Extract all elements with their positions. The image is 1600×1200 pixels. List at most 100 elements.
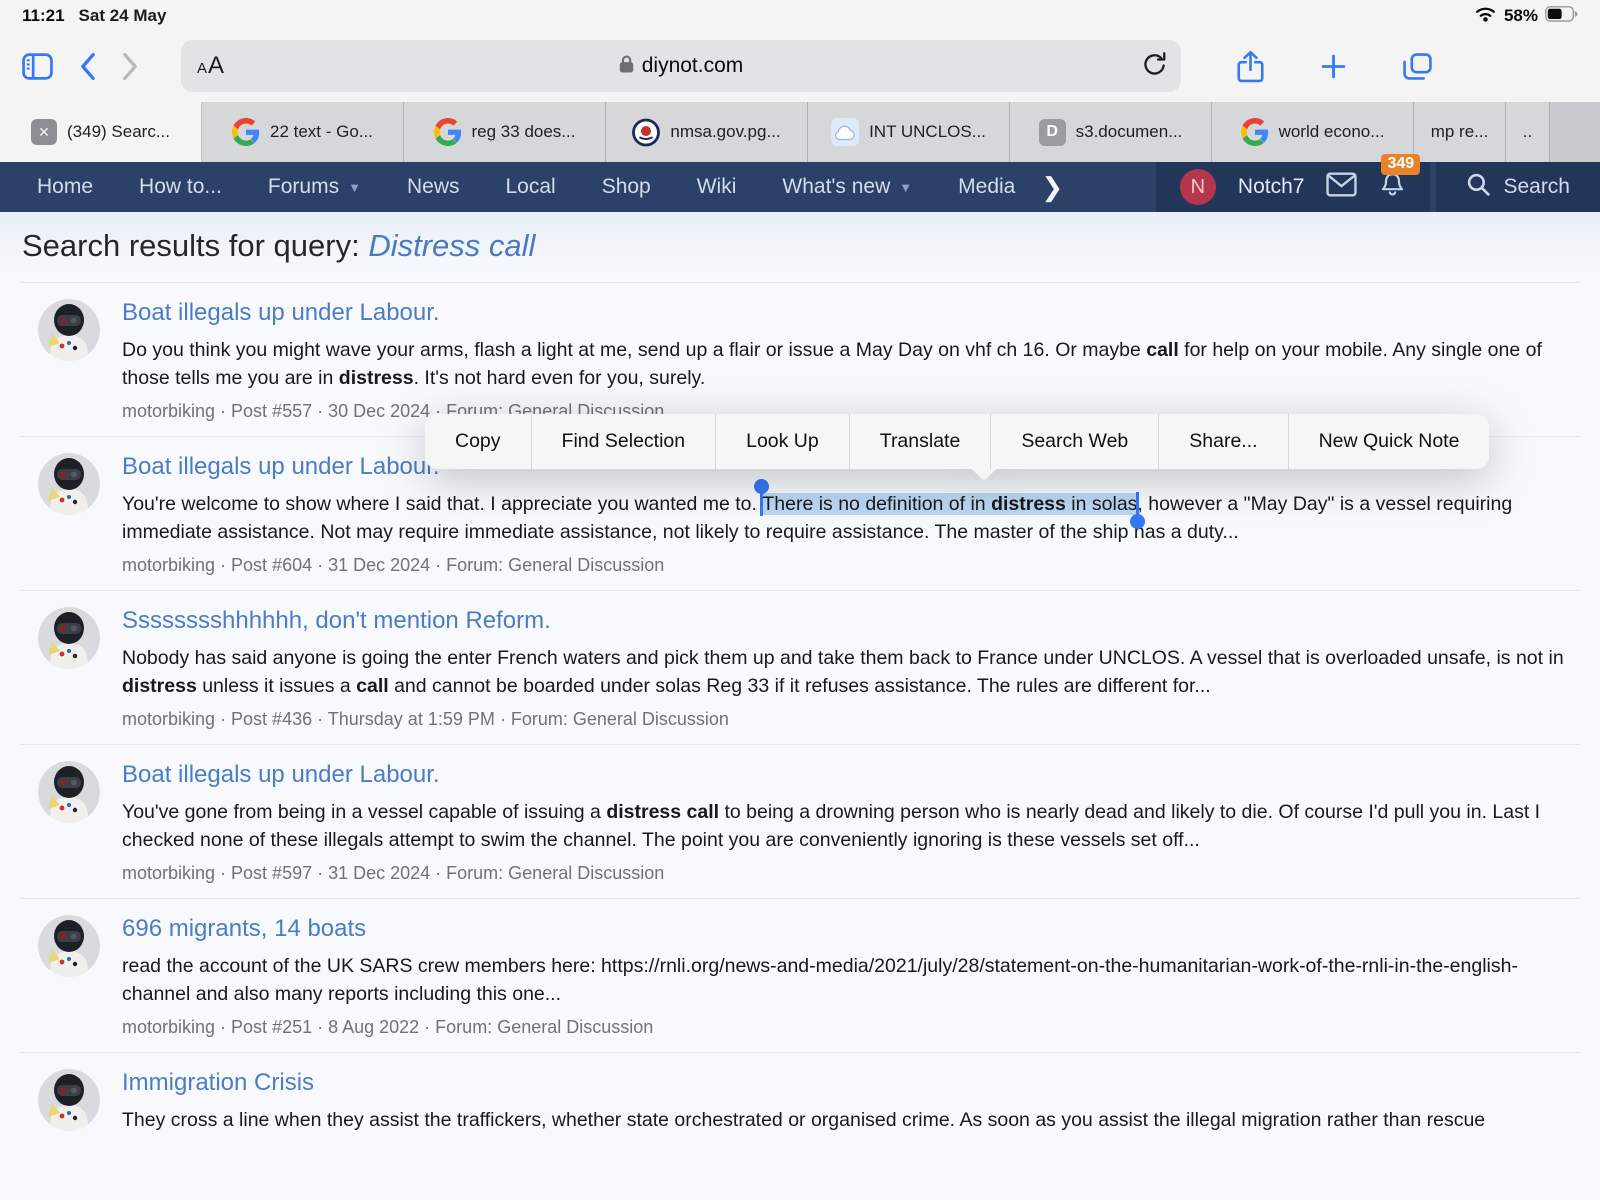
share-button[interactable] <box>1237 50 1264 83</box>
search-icon <box>1466 172 1491 203</box>
result-title-link[interactable]: Sssssssshhhhhh, don't mention Reform. <box>122 607 551 635</box>
forum-search-button[interactable]: Search <box>1436 162 1600 212</box>
inbox-icon[interactable] <box>1326 172 1357 203</box>
tab-4[interactable]: nmsa.gov.pg... <box>606 102 808 162</box>
address-bar[interactable]: AA diynot.com <box>181 40 1181 92</box>
tab-close-button[interactable]: ✕ <box>31 119 57 145</box>
result-snippet: You've gone from being in a vessel capab… <box>122 798 1580 854</box>
reader-options-button[interactable]: AA <box>197 52 225 80</box>
user-name[interactable]: Notch7 <box>1238 175 1305 199</box>
nav-item-local[interactable]: Local <box>505 175 555 199</box>
tab-title: (349) Searc... <box>67 122 170 142</box>
snippet-text: and cannot be boarded under solas Reg 33… <box>389 675 1211 697</box>
wifi-icon <box>1474 5 1497 27</box>
snippet-text: You're welcome to show where I said that… <box>122 493 762 515</box>
cloud-favicon <box>831 118 859 146</box>
snippet-text: Do you think you might wave your arms, f… <box>122 339 1146 361</box>
context-menu-item-new-quick-note[interactable]: New Quick Note <box>1289 414 1490 469</box>
context-menu-item-share[interactable]: Share... <box>1159 414 1288 469</box>
snippet-bold-keyword: distress call <box>606 801 719 823</box>
tab-overview-button[interactable] <box>1403 53 1432 80</box>
forward-button[interactable] <box>122 52 139 81</box>
result-avatar[interactable] <box>38 915 100 977</box>
result-content: Boat illegals up under Labour. You're wel… <box>122 453 1580 576</box>
result-meta: motorbiking · Post #436 · Thursday at 1:… <box>122 709 1580 730</box>
tab-9[interactable]: .. <box>1506 102 1550 162</box>
nav-item-how-to[interactable]: How to... <box>139 175 222 199</box>
nav-item-label: What's new <box>782 175 890 199</box>
safari-toolbar: AA diynot.com <box>0 30 1600 102</box>
result-content: Boat illegals up under Labour. You've gon… <box>122 761 1580 884</box>
tab-6[interactable]: Ds3.documen... <box>1010 102 1212 162</box>
nav-item-label: Forums <box>268 175 339 199</box>
result-title-link[interactable]: Boat illegals up under Labour. <box>122 761 440 789</box>
results-list: Boat illegals up under Labour. Do you thi… <box>20 282 1580 1148</box>
user-panel: N Notch7 349 <box>1156 162 1431 212</box>
tab-7[interactable]: world econo... <box>1212 102 1414 162</box>
safari-window: 11:21 Sat 24 May 58% AA <box>0 0 1600 1200</box>
result-title-link[interactable]: 696 migrants, 14 boats <box>122 915 366 943</box>
user-avatar[interactable]: N <box>1180 169 1216 205</box>
snippet-text: in solas <box>1066 493 1138 515</box>
result-avatar[interactable] <box>38 1069 100 1131</box>
snippet-bold-keyword: call <box>356 675 389 697</box>
nav-item-home[interactable]: Home <box>37 175 93 199</box>
search-result-row: Boat illegals up under Labour. Do you thi… <box>20 282 1580 436</box>
result-avatar[interactable] <box>38 607 100 669</box>
result-avatar[interactable] <box>38 761 100 823</box>
selection-handle-start[interactable] <box>760 492 763 516</box>
snippet-text: . It's not hard even for you, surely. <box>414 367 706 389</box>
result-title-link[interactable]: Boat illegals up under Labour. <box>122 299 440 327</box>
context-menu-item-look-up[interactable]: Look Up <box>716 414 850 469</box>
context-menu-item-copy[interactable]: Copy <box>425 414 532 469</box>
nav-item-media[interactable]: Media <box>958 175 1015 199</box>
page-title-query: Distress call <box>368 228 535 263</box>
search-label: Search <box>1503 175 1570 199</box>
snippet-text: They cross a line when they assist the t… <box>122 1109 1485 1131</box>
result-snippet: read the account of the UK SARS crew mem… <box>122 952 1580 1008</box>
nav-item-news[interactable]: News <box>407 175 460 199</box>
result-avatar[interactable] <box>38 453 100 515</box>
result-content: Boat illegals up under Labour. Do you thi… <box>122 299 1580 422</box>
tab-8[interactable]: mp re... <box>1414 102 1506 162</box>
nav-item-wiki[interactable]: Wiki <box>697 175 737 199</box>
context-menu-item-search-web[interactable]: Search Web <box>991 414 1159 469</box>
lock-icon <box>619 54 634 79</box>
tab-title: mp re... <box>1431 122 1489 142</box>
page-title: Search results for query: Distress call <box>20 222 1580 282</box>
clock: 11:21 <box>22 6 65 26</box>
context-menu-item-find-selection[interactable]: Find Selection <box>532 414 717 469</box>
result-title-link[interactable]: Boat illegals up under Labour. <box>122 453 440 481</box>
nav-overflow-chevron-icon[interactable]: ❯ <box>1041 172 1063 203</box>
search-result-row: Boat illegals up under Labour. You've gon… <box>20 744 1580 898</box>
nav-item-label: Home <box>37 175 93 199</box>
nav-item-what-s-new[interactable]: What's new ▼ <box>782 175 912 199</box>
snippet-text: Nobody has said anyone is going the ente… <box>122 647 1564 669</box>
tab-2[interactable]: 22 text - Go... <box>202 102 404 162</box>
new-tab-button[interactable] <box>1320 53 1347 80</box>
search-result-row: Sssssssshhhhhh, don't mention Reform. Nob… <box>20 590 1580 744</box>
back-button[interactable] <box>79 52 96 81</box>
result-snippet: You're welcome to show where I said that… <box>122 490 1580 546</box>
snippet-text: You've gone from being in a vessel capab… <box>122 801 606 823</box>
status-date: Sat 24 May <box>79 6 167 26</box>
forum-navbar: HomeHow to...Forums▼NewsLocalShopWikiWha… <box>0 162 1600 212</box>
tab-5[interactable]: INT UNCLOS... <box>808 102 1010 162</box>
chevron-down-icon: ▼ <box>899 180 912 195</box>
tab-3[interactable]: reg 33 does... <box>404 102 606 162</box>
tab-1[interactable]: ✕ (349) Searc... <box>0 102 202 162</box>
context-menu-item-translate[interactable]: Translate <box>850 414 992 469</box>
reload-button[interactable] <box>1142 51 1167 81</box>
tab-title: 22 text - Go... <box>270 122 373 142</box>
result-title-link[interactable]: Immigration Crisis <box>122 1069 314 1097</box>
nav-item-forums[interactable]: Forums▼ <box>268 175 361 199</box>
nav-item-shop[interactable]: Shop <box>602 175 651 199</box>
notifications-bell[interactable]: 349 <box>1379 171 1406 204</box>
result-avatar[interactable] <box>38 299 100 361</box>
sidebar-toggle-button[interactable] <box>22 53 53 80</box>
tab-title: reg 33 does... <box>472 122 576 142</box>
tab-title: world econo... <box>1279 122 1385 142</box>
selection-handle-end[interactable] <box>1136 492 1139 516</box>
result-content: 696 migrants, 14 boats read the account o… <box>122 915 1580 1038</box>
result-snippet: Nobody has said anyone is going the ente… <box>122 644 1580 700</box>
